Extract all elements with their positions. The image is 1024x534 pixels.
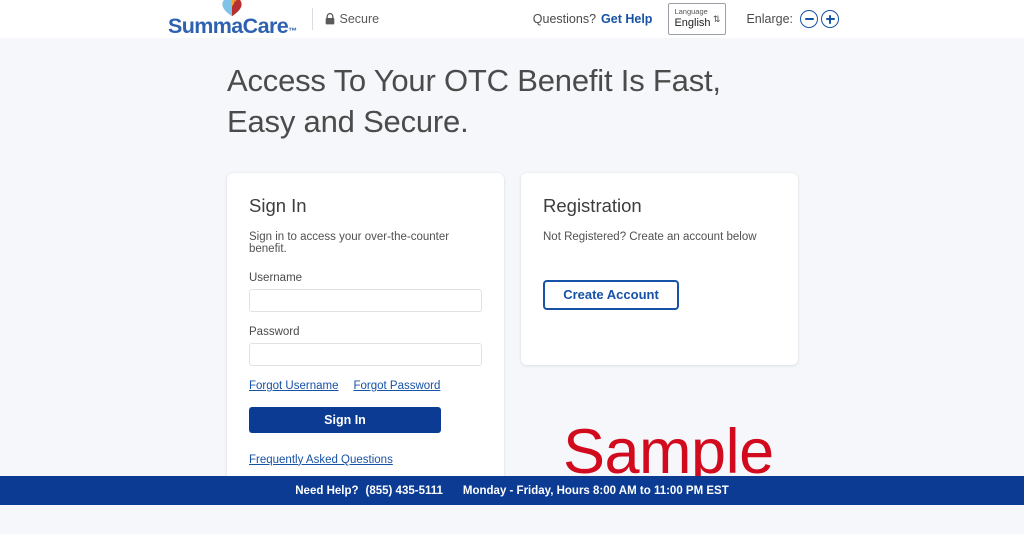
password-label: Password	[249, 325, 300, 338]
logo-trademark: ™	[288, 26, 297, 37]
signin-submit-button[interactable]: Sign In	[249, 406, 441, 433]
username-label: Username	[249, 271, 303, 284]
page-title: Access To Your OTC Benefit Is Fast, Easy…	[227, 63, 721, 139]
sample-watermark: Sample	[563, 417, 774, 487]
footer-need-help-label: Need Help?	[295, 484, 359, 497]
forgot-password-link[interactable]: Forgot Password	[353, 380, 440, 392]
password-field-group: Password	[249, 326, 482, 366]
plus-circle-icon[interactable]	[821, 10, 839, 28]
signin-subtitle: Sign in to access your over-the-counter …	[249, 230, 450, 255]
summacare-logo[interactable]: SummaCare™	[168, 0, 297, 42]
language-select-value: English	[674, 16, 711, 29]
secure-label: Secure	[339, 12, 380, 26]
get-help-link[interactable]: Get Help	[601, 12, 652, 26]
create-account-button[interactable]: Create Account	[543, 279, 679, 310]
registration-subtitle: Not Registered? Create an account below	[543, 230, 757, 243]
signin-title: Sign In	[249, 194, 307, 216]
registration-title: Registration	[543, 194, 642, 216]
forgot-username-link[interactable]: Forgot Username	[249, 380, 338, 392]
footer-phone[interactable]: (855) 435-5111	[366, 485, 443, 497]
header-divider	[312, 8, 314, 30]
questions-label: Questions?	[532, 12, 597, 26]
content-container: Access To Your OTC Benefit Is Fast, Easy…	[0, 38, 1024, 494]
registration-card: Registration Not Registered? Create an a…	[521, 172, 798, 365]
page-body: Access To Your OTC Benefit Is Fast, Easy…	[0, 38, 1024, 505]
logo-wordmark: SummaCare™	[168, 14, 297, 39]
language-select-text: Language English	[674, 8, 710, 29]
lock-icon	[326, 13, 335, 25]
username-field-group: Username	[249, 272, 482, 312]
site-header: SummaCare™ Secure Questions? Get Help La…	[0, 0, 1024, 38]
enlarge-label: Enlarge:	[746, 12, 793, 26]
password-input[interactable]	[249, 342, 482, 366]
language-select[interactable]: Language English ⇅	[668, 3, 727, 35]
faq-link[interactable]: Frequently Asked Questions	[249, 454, 393, 466]
secure-indicator: Secure	[325, 12, 379, 26]
header-left-group: SummaCare™ Secure	[168, 0, 379, 42]
chevron-updown-icon: ⇅	[712, 13, 721, 24]
forgot-links-row: Forgot Username Forgot Password	[249, 380, 482, 392]
footer-hours: Monday - Friday, Hours 8:00 AM to 11:00 …	[462, 484, 729, 497]
minus-circle-icon[interactable]	[800, 10, 818, 28]
header-right-group: Questions? Get Help Language English ⇅ E…	[533, 3, 842, 35]
language-select-label: Language	[674, 7, 708, 17]
username-input[interactable]	[249, 288, 482, 312]
signin-card: Sign In Sign in to access your over-the-…	[227, 172, 504, 494]
site-footer: Need Help? (855) 435-5111 Monday - Frida…	[0, 476, 1024, 505]
